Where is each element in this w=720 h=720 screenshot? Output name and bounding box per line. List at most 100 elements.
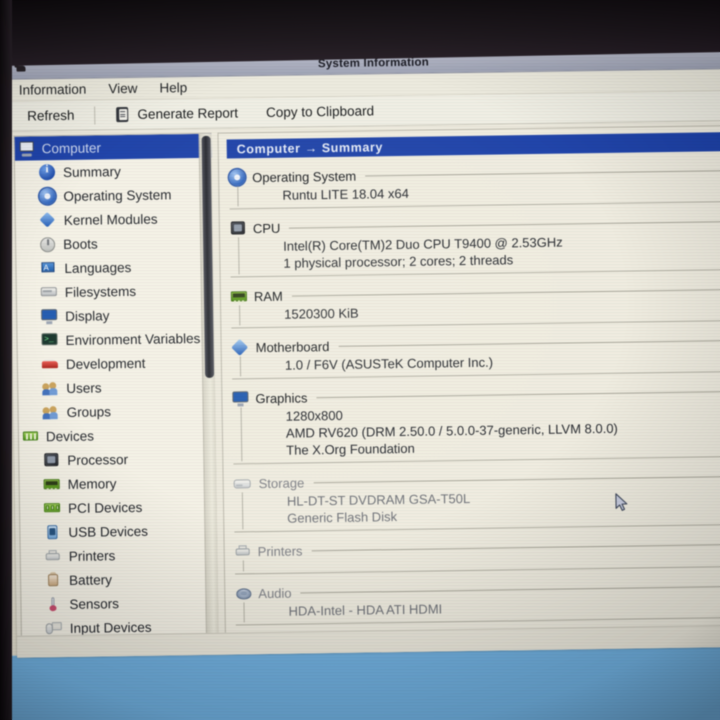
- report-icon: [115, 106, 130, 123]
- menu-help[interactable]: Help: [159, 80, 187, 95]
- printer-icon: [235, 543, 251, 559]
- sidebar-item-users[interactable]: Users: [18, 374, 215, 401]
- sidebar-group-devices-label: Devices: [45, 428, 95, 444]
- sidebar-item-battery[interactable]: Battery: [21, 566, 218, 593]
- sidebar-item-summary[interactable]: Summary: [15, 158, 212, 185]
- section-motherboard: Motherboard 1.0 / F6V (ASUSTeK Computer …: [230, 331, 720, 380]
- sidebar-item-boots[interactable]: Boots: [16, 230, 213, 257]
- cpu-icon: [230, 220, 246, 236]
- photo-of-screen: System Information Information View Help…: [0, 0, 720, 720]
- sidebar-item-memory[interactable]: Memory: [20, 470, 217, 497]
- sidebar-scrollbar-thumb[interactable]: [201, 135, 215, 378]
- devices-icon: [22, 428, 39, 444]
- app-icon: [14, 61, 28, 75]
- storage-icon: [233, 475, 252, 492]
- gear-icon: [39, 188, 56, 205]
- info-icon: [38, 164, 56, 181]
- generate-report-label: Generate Report: [137, 105, 239, 122]
- sidebar-item-memory-label: Memory: [67, 475, 117, 492]
- sidebar-item-filesystems-label: Filesystems: [64, 283, 137, 300]
- sidebar-item-languages[interactable]: A Languages: [16, 254, 213, 281]
- section-rule: [338, 339, 720, 347]
- menu-information[interactable]: Information: [19, 82, 87, 98]
- section-audio: Audio HDA-Intel - HDA ATI HDMI: [233, 577, 720, 626]
- sidebar-group-computer[interactable]: Computer: [14, 133, 212, 161]
- section-rule: [291, 288, 720, 297]
- monitor-icon: [232, 390, 249, 407]
- breadcrumb-label: Computer → Summary: [236, 139, 384, 156]
- section-rule: [300, 585, 720, 594]
- ram-icon: [43, 476, 60, 492]
- sidebar-item-groups[interactable]: Groups: [18, 398, 215, 425]
- sidebar-item-environment-variables-label: Environment Variables: [65, 330, 201, 348]
- copy-to-clipboard-button[interactable]: Copy to Clipboard: [260, 101, 380, 122]
- section-values: Intel(R) Core(TM)2 Duo CPU T9400 @ 2.53G…: [238, 229, 720, 275]
- cpu-icon: [43, 452, 59, 468]
- monitor-icon: [41, 308, 58, 325]
- section-title: CPU: [252, 220, 281, 236]
- section-title: Operating System: [252, 168, 357, 185]
- section-rule: [316, 390, 720, 398]
- sidebar-item-kernel-modules[interactable]: Kernel Modules: [16, 206, 213, 233]
- section-rule: [313, 475, 720, 483]
- section-rule: [311, 543, 720, 551]
- sidebar-item-development[interactable]: Development: [18, 350, 215, 377]
- sidebar-item-pci-devices[interactable]: PCI Devices: [20, 494, 217, 521]
- screen: System Information Information View Help…: [0, 23, 720, 720]
- toolbar-separator: [94, 106, 96, 125]
- section-title: Storage: [258, 474, 305, 491]
- section-title: Graphics: [255, 389, 308, 406]
- menu-view[interactable]: View: [108, 81, 137, 96]
- sidebar-item-usb-devices-label: USB Devices: [68, 523, 149, 540]
- users-icon: [42, 404, 58, 420]
- generate-report-button[interactable]: Generate Report: [109, 102, 244, 125]
- content-pane: Computer → Summary Operating System Runt…: [217, 124, 720, 654]
- motherboard-icon: [232, 339, 249, 355]
- sidebar-item-environment-variables[interactable]: >_ Environment Variables: [17, 326, 214, 353]
- refresh-button[interactable]: Refresh: [21, 106, 81, 126]
- section-graphics: Graphics 1280x800 AMD RV620 (DRM 2.50.0 …: [230, 382, 720, 465]
- section-title: RAM: [253, 288, 283, 304]
- section-title: Motherboard: [255, 338, 330, 355]
- sidebar-item-processor[interactable]: Processor: [19, 446, 216, 473]
- sidebar: Computer Summary Operating System: [13, 132, 220, 657]
- section-storage: Storage HL-DT-ST DVDRAM GSA-T50L Generic…: [232, 467, 720, 533]
- sidebar-item-battery-label: Battery: [68, 571, 112, 588]
- power-icon: [40, 236, 56, 252]
- gear-icon: [229, 169, 246, 186]
- sidebar-item-printers[interactable]: Printers: [21, 542, 218, 569]
- computer-icon: [19, 140, 35, 157]
- section-values: HL-DT-ST DVDRAM GSA-T50L Generic Flash D…: [241, 484, 720, 530]
- sidebar-item-usb-devices[interactable]: USB Devices: [20, 518, 217, 545]
- sidebar-group-computer-label: Computer: [41, 139, 102, 156]
- sidebar-item-display[interactable]: Display: [17, 302, 214, 329]
- sidebar-item-sensors[interactable]: Sensors: [21, 590, 218, 617]
- section-printers: Printers: [233, 535, 720, 575]
- sidebar-group-devices[interactable]: Devices: [19, 422, 216, 449]
- users-icon: [42, 380, 58, 396]
- sidebar-item-operating-system[interactable]: Operating System: [15, 182, 212, 209]
- section-cpu: CPU Intel(R) Core(TM)2 Duo CPU T9400 @ 2…: [228, 212, 720, 278]
- battery-icon: [45, 572, 61, 588]
- window-title: System Information: [317, 56, 430, 70]
- system-information-window: System Information Information View Help…: [8, 46, 720, 658]
- section-rule: [289, 220, 720, 229]
- sidebar-item-filesystems[interactable]: Filesystems: [17, 278, 214, 305]
- audio-icon: [235, 585, 252, 601]
- sidebar-item-pci-devices-label: PCI Devices: [67, 499, 143, 516]
- section-values: 1280x800 AMD RV620 (DRM 2.50.0 / 5.0.0-3…: [240, 399, 720, 462]
- breadcrumb: Computer → Summary: [226, 131, 720, 159]
- section-rule: [365, 169, 720, 177]
- disk-icon: [40, 284, 57, 300]
- sidebar-item-summary-label: Summary: [62, 163, 121, 180]
- sidebar-item-operating-system-label: Operating System: [63, 186, 172, 204]
- sidebar-tree: Computer Summary Operating System: [14, 133, 220, 657]
- printer-icon: [45, 548, 61, 564]
- sidebar-item-display-label: Display: [65, 307, 110, 324]
- section-operating-system: Operating System Runtu LITE 18.04 x64: [227, 161, 720, 210]
- sidebar-item-kernel-modules-label: Kernel Modules: [63, 211, 158, 228]
- flag-icon: A: [40, 260, 56, 276]
- section-title: Audio: [258, 585, 292, 601]
- sidebar-item-languages-label: Languages: [64, 259, 132, 276]
- copy-to-clipboard-label: Copy to Clipboard: [265, 103, 375, 120]
